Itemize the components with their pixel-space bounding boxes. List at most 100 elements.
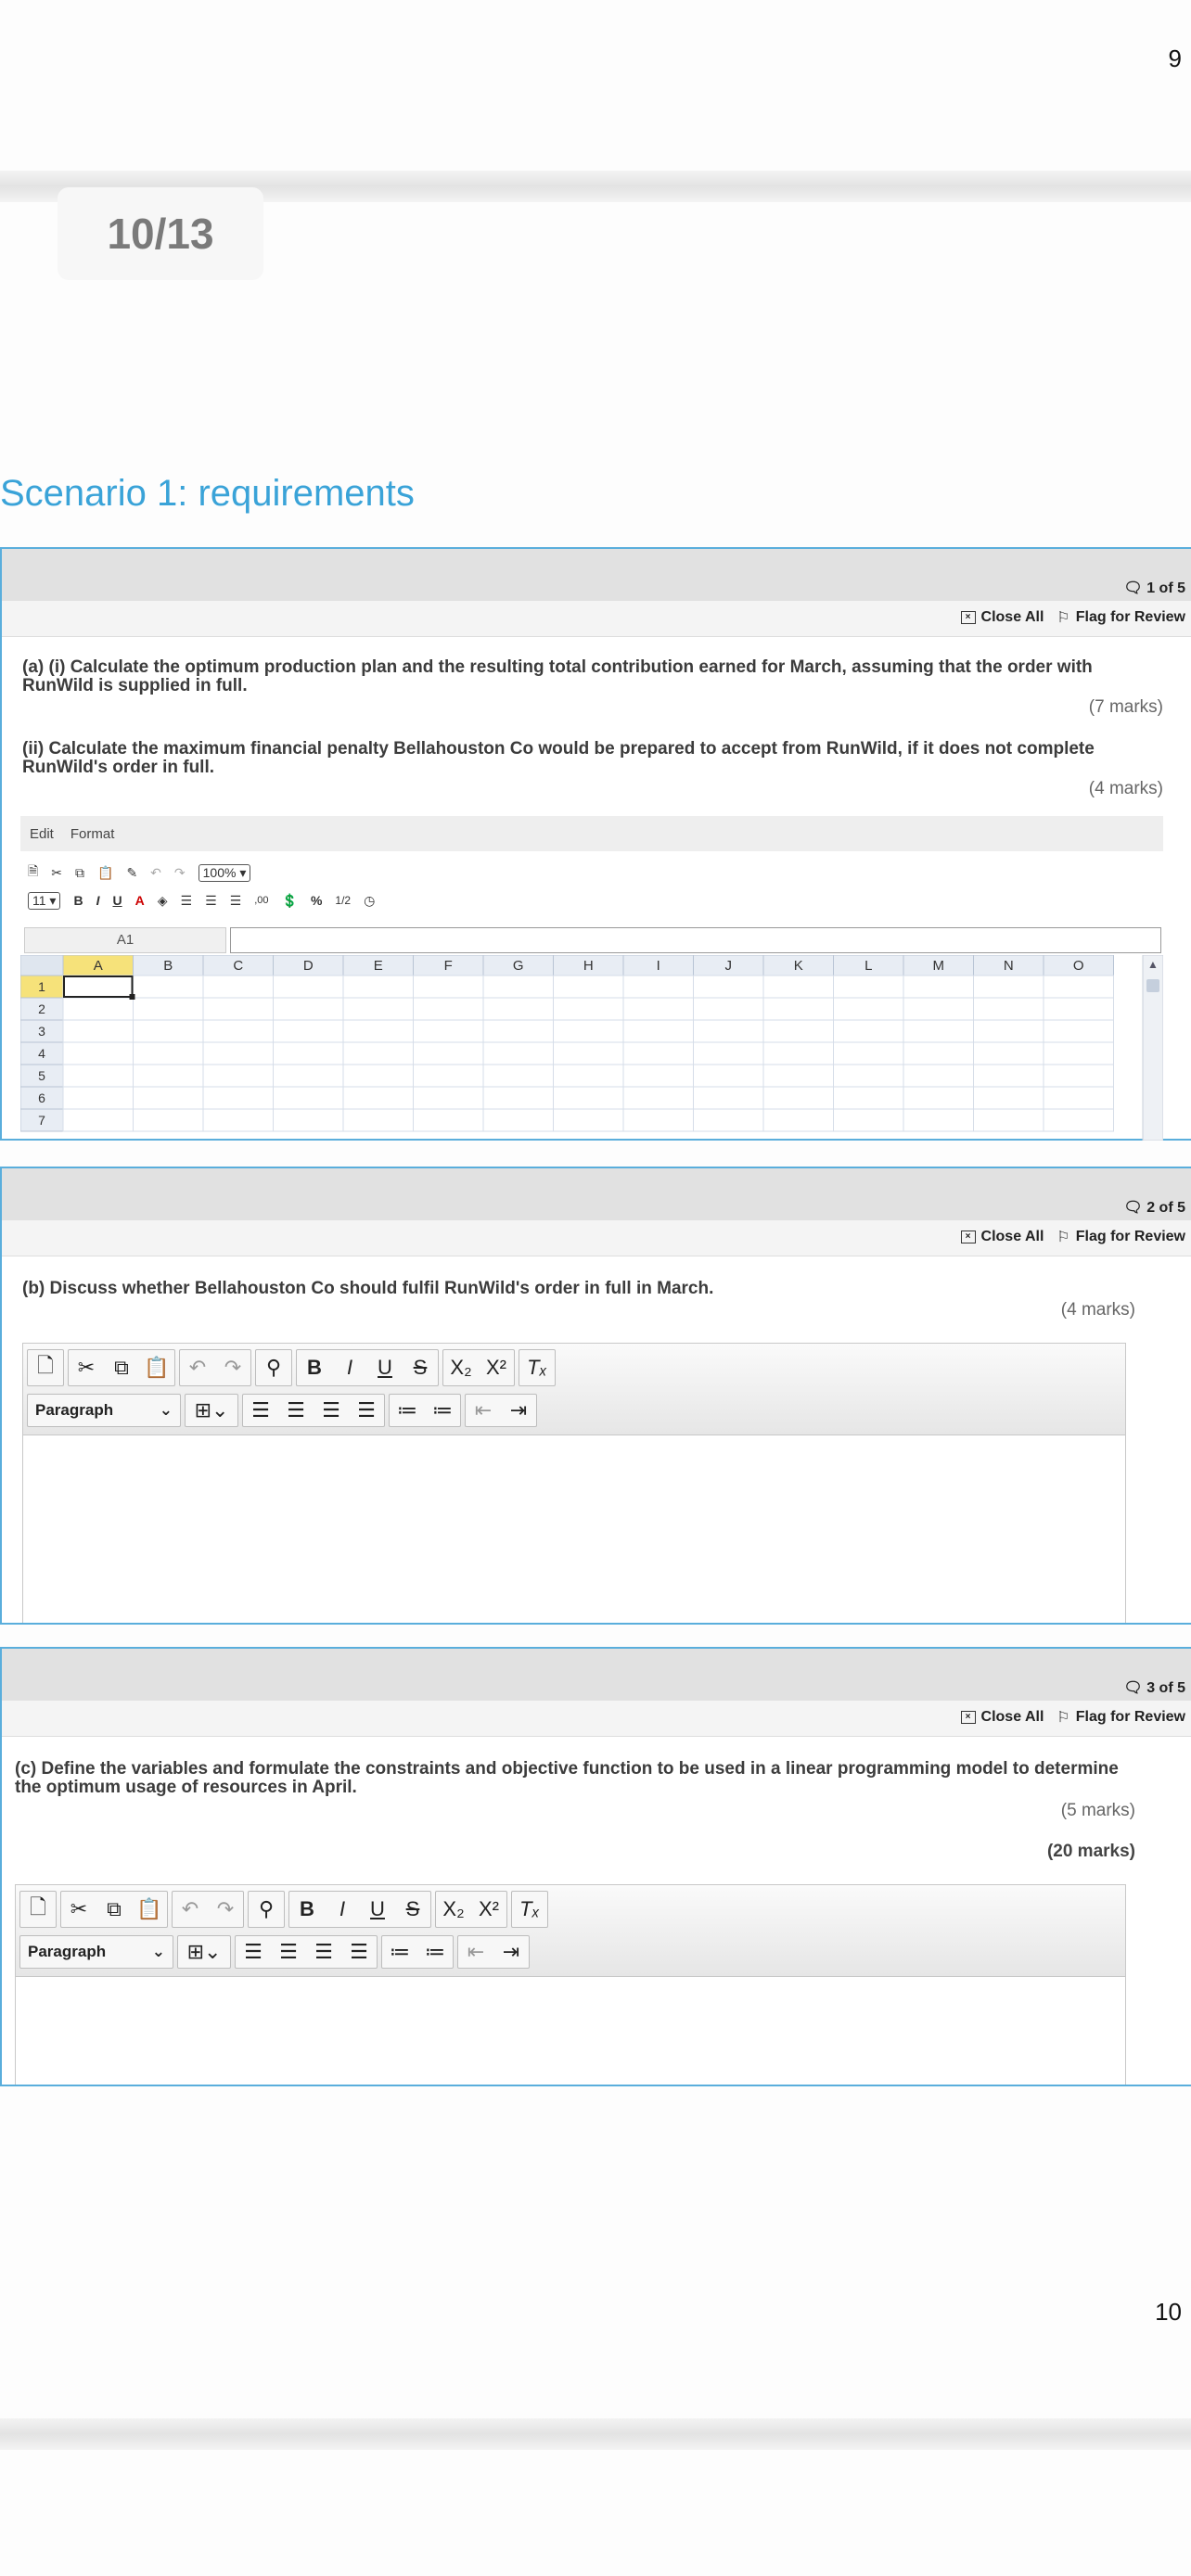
bold-icon[interactable]: B — [73, 893, 83, 908]
cell-F6[interactable] — [413, 1086, 484, 1110]
cell-A1[interactable] — [62, 975, 134, 999]
cell-A5[interactable] — [62, 1064, 134, 1088]
cell-C4[interactable] — [202, 1041, 274, 1065]
cell-A6[interactable] — [62, 1086, 134, 1110]
cell-O5[interactable] — [1043, 1064, 1114, 1088]
numbered-list-icon[interactable]: ≔ — [425, 1395, 460, 1426]
redo-icon[interactable]: ↷ — [174, 865, 186, 881]
cell-E7[interactable] — [342, 1108, 414, 1132]
align-center-icon[interactable]: ☰ — [271, 1936, 306, 1968]
clear-format-icon[interactable]: Tₓ — [519, 1350, 555, 1385]
subscript-icon[interactable]: X₂ — [443, 1350, 479, 1385]
cell-G2[interactable] — [482, 997, 554, 1021]
cell-G4[interactable] — [482, 1041, 554, 1065]
cell-O1[interactable] — [1043, 975, 1114, 999]
cell-C6[interactable] — [202, 1086, 274, 1110]
cell-G5[interactable] — [482, 1064, 554, 1088]
close-all-button[interactable]: × Close All — [960, 609, 1044, 626]
cell-F5[interactable] — [413, 1064, 484, 1088]
align-right-icon[interactable]: ☰ — [230, 893, 242, 909]
cell-F2[interactable] — [413, 997, 484, 1021]
cell-C1[interactable] — [202, 975, 274, 999]
flag-review-button[interactable]: ⚐ Flag for Review — [1057, 608, 1185, 627]
cell-I4[interactable] — [622, 1041, 694, 1065]
bold-icon[interactable]: B — [297, 1350, 332, 1385]
cell-K6[interactable] — [762, 1086, 834, 1110]
font-size-select[interactable]: 11 ▾ — [28, 891, 61, 910]
cell-F3[interactable] — [413, 1019, 484, 1043]
paste-icon[interactable]: 📋 — [97, 865, 113, 881]
justify-icon[interactable]: ☰ — [341, 1936, 377, 1968]
cell-M6[interactable] — [903, 1086, 974, 1110]
cell-B5[interactable] — [133, 1064, 204, 1088]
italic-icon[interactable]: I — [325, 1892, 360, 1927]
clock-icon[interactable]: ◷ — [364, 893, 375, 909]
cell-E5[interactable] — [342, 1064, 414, 1088]
cell-H5[interactable] — [553, 1064, 624, 1088]
cut-icon[interactable]: ✂ — [51, 865, 62, 881]
close-all-button[interactable]: × Close All — [960, 1229, 1044, 1245]
new-doc-icon[interactable]: 🗋 — [28, 1350, 63, 1385]
cell-H2[interactable] — [553, 997, 624, 1021]
scroll-up-icon[interactable]: ▲ — [1147, 958, 1159, 971]
cell-K7[interactable] — [762, 1108, 834, 1132]
cell-K5[interactable] — [762, 1064, 834, 1088]
align-right-icon[interactable]: ☰ — [314, 1395, 349, 1426]
close-all-button[interactable]: × Close All — [960, 1709, 1044, 1726]
cell-N5[interactable] — [973, 1064, 1044, 1088]
paragraph-select[interactable]: Paragraph ⌄ — [28, 1395, 180, 1426]
cell-G7[interactable] — [482, 1108, 554, 1132]
cell-B7[interactable] — [133, 1108, 204, 1132]
underline-icon[interactable]: U — [360, 1892, 395, 1927]
cell-M3[interactable] — [903, 1019, 974, 1043]
cut-icon[interactable]: ✂ — [61, 1892, 96, 1927]
cell-O3[interactable] — [1043, 1019, 1114, 1043]
strikethrough-icon[interactable]: S — [403, 1350, 438, 1385]
bullet-list-icon[interactable]: ≔ — [382, 1936, 417, 1968]
cell-D3[interactable] — [273, 1019, 344, 1043]
cell-M7[interactable] — [903, 1108, 974, 1132]
flag-review-button[interactable]: ⚐ Flag for Review — [1057, 1228, 1185, 1246]
outdent-icon[interactable]: ⇤ — [466, 1395, 501, 1426]
copy-icon[interactable]: ⧉ — [96, 1892, 132, 1927]
cell-J7[interactable] — [693, 1108, 764, 1132]
cell-J6[interactable] — [693, 1086, 764, 1110]
indent-icon[interactable]: ⇥ — [493, 1936, 529, 1968]
cell-I5[interactable] — [622, 1064, 694, 1088]
outdent-icon[interactable]: ⇤ — [458, 1936, 493, 1968]
align-center-icon[interactable]: ☰ — [278, 1395, 314, 1426]
cell-N4[interactable] — [973, 1041, 1044, 1065]
italic-icon[interactable]: I — [96, 893, 100, 908]
font-color-icon[interactable]: A — [135, 893, 145, 908]
menu-edit[interactable]: Edit — [30, 826, 54, 842]
fill-handle[interactable] — [129, 994, 135, 1000]
cell-L5[interactable] — [833, 1064, 904, 1088]
cell-D7[interactable] — [273, 1108, 344, 1132]
answer-editor-b[interactable]: 🗋 ✂ ⧉ 📋 ↶ ↷ ⚲ B I U S X₂ X² Tₓ Paragraph… — [22, 1343, 1126, 1623]
cell-name-box[interactable]: A1 — [24, 927, 226, 953]
redo-icon[interactable]: ↷ — [215, 1350, 250, 1385]
cell-L3[interactable] — [833, 1019, 904, 1043]
align-left-icon[interactable]: ☰ — [236, 1936, 271, 1968]
cell-H1[interactable] — [553, 975, 624, 999]
cell-M4[interactable] — [903, 1041, 974, 1065]
undo-icon[interactable]: ↶ — [150, 865, 161, 881]
cell-E6[interactable] — [342, 1086, 414, 1110]
cell-E3[interactable] — [342, 1019, 414, 1043]
new-doc-icon[interactable]: 🗎 — [28, 861, 38, 884]
spreadsheet-grid[interactable]: A B C D E F G H I J K L M N O 1 2 3 4 5 6 7 ▲ — [19, 954, 1164, 1141]
cell-J2[interactable] — [693, 997, 764, 1021]
cell-A2[interactable] — [62, 997, 134, 1021]
percent-icon[interactable]: % — [311, 893, 322, 908]
cell-D2[interactable] — [273, 997, 344, 1021]
zoom-select[interactable]: 100% ▾ — [198, 863, 251, 882]
cell-D4[interactable] — [273, 1041, 344, 1065]
cell-M5[interactable] — [903, 1064, 974, 1088]
paste-icon[interactable]: 📋 — [139, 1350, 174, 1385]
cell-M1[interactable] — [903, 975, 974, 999]
cell-O6[interactable] — [1043, 1086, 1114, 1110]
cell-B6[interactable] — [133, 1086, 204, 1110]
align-left-icon[interactable]: ☰ — [243, 1395, 278, 1426]
cell-N1[interactable] — [973, 975, 1044, 999]
bold-icon[interactable]: B — [289, 1892, 325, 1927]
